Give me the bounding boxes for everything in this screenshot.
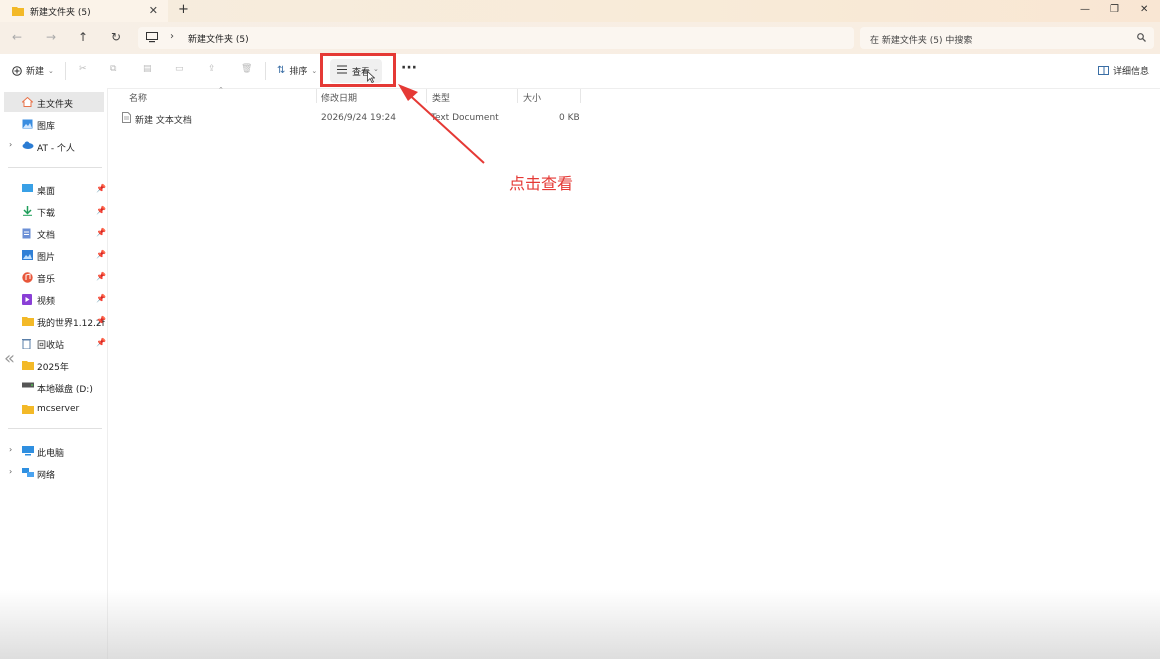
annotation-arrow [398,84,485,164]
annotation-text: 点击查看 [509,174,574,193]
